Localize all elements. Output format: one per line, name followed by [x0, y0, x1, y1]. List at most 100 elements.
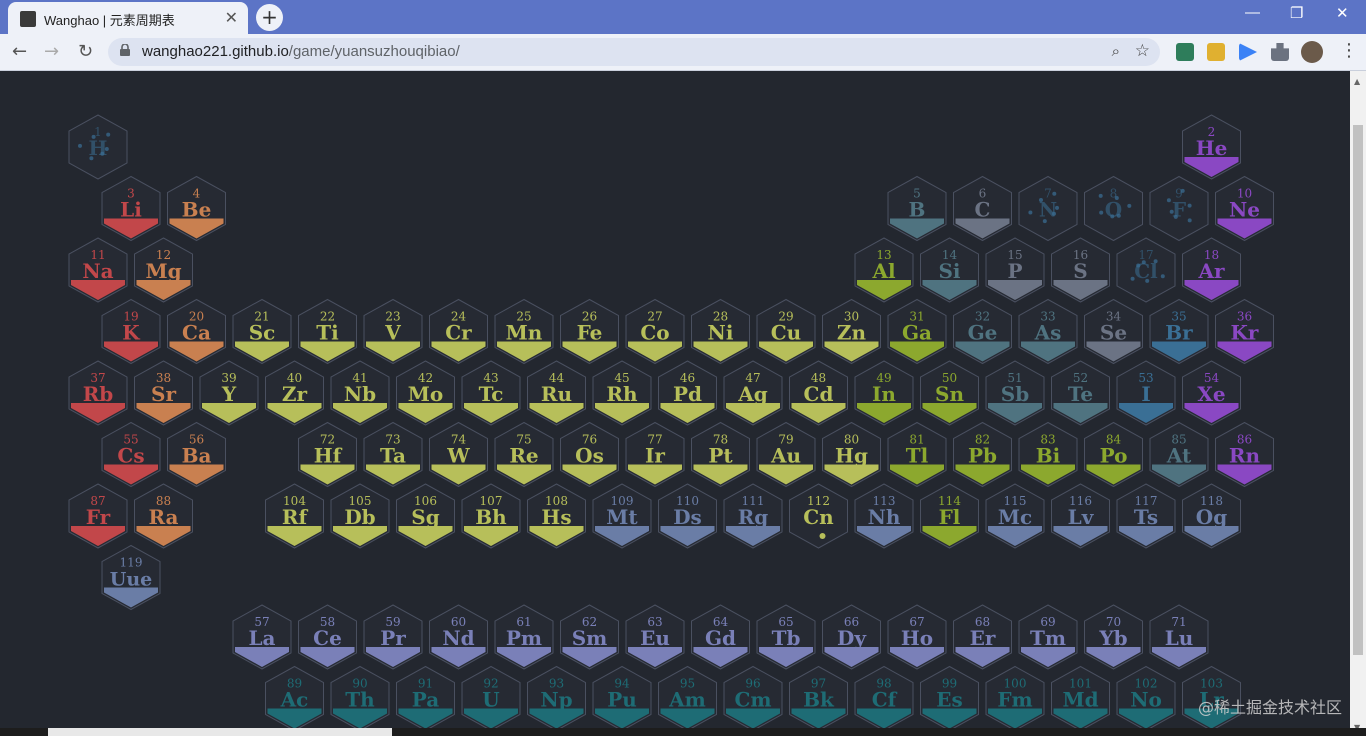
element-cell-al[interactable]: 13Al — [854, 237, 914, 303]
element-cell-pm[interactable]: 61Pm — [494, 604, 554, 670]
element-cell-k[interactable]: 19K — [101, 298, 161, 365]
element-cell-ti[interactable]: 22Ti — [298, 298, 357, 365]
element-cell-at[interactable]: 85At — [1149, 421, 1209, 488]
element-cell-rn[interactable]: 86Rn — [1215, 421, 1274, 488]
element-cell-ir[interactable]: 77Ir — [625, 421, 685, 488]
address-bar[interactable]: wanghao221.github.io/game/yuansuzhouqibi… — [108, 38, 1160, 66]
element-cell-md[interactable]: 101Md — [1051, 665, 1110, 732]
element-cell-np[interactable]: 93Np — [527, 665, 586, 732]
element-cell-tm[interactable]: 69Tm — [1018, 604, 1078, 670]
scrollbar[interactable]: ▲ ▼ — [1350, 71, 1366, 736]
element-cell-mo[interactable]: 42Mo — [396, 360, 455, 426]
element-cell-yb[interactable]: 70Yb — [1084, 604, 1143, 670]
element-cell-pd[interactable]: 46Pd — [658, 360, 717, 426]
element-cell-mn[interactable]: 25Mn — [494, 298, 554, 365]
element-cell-sn[interactable]: 50Sn — [920, 360, 979, 426]
element-cell-ra[interactable]: 88Ra — [134, 483, 193, 549]
element-cell-lu[interactable]: 71Lu — [1149, 604, 1209, 670]
element-cell-mc[interactable]: 115Mc — [985, 483, 1045, 549]
element-cell-pa[interactable]: 91Pa — [396, 665, 455, 732]
element-cell-og[interactable]: 118Og — [1182, 483, 1241, 549]
element-cell-tc[interactable]: 43Tc — [461, 360, 521, 426]
element-cell-cm[interactable]: 96Cm — [723, 665, 783, 732]
element-cell-ac[interactable]: 89Ac — [265, 665, 324, 732]
element-cell-na[interactable]: 11Na — [68, 237, 128, 303]
element-cell-ta[interactable]: 73Ta — [363, 421, 423, 488]
element-cell-ne[interactable]: 10Ne — [1215, 175, 1274, 242]
element-cell-te[interactable]: 52Te — [1051, 360, 1110, 426]
element-cell-gd[interactable]: 64Gd — [691, 604, 750, 670]
element-cell-y[interactable]: 39Y — [199, 360, 259, 426]
element-cell-th[interactable]: 90Th — [330, 665, 390, 732]
minimize-icon[interactable]: — — [1245, 4, 1260, 21]
element-cell-ag[interactable]: 47Ag — [723, 360, 783, 426]
scrollbar-thumb[interactable] — [1353, 125, 1363, 655]
element-cell-f[interactable]: 9F — [1149, 175, 1209, 242]
element-cell-ds[interactable]: 110Ds — [658, 483, 717, 549]
element-cell-zr[interactable]: 40Zr — [265, 360, 324, 426]
element-cell-si[interactable]: 14Si — [920, 237, 979, 303]
extensions-puzzle-icon[interactable] — [1271, 43, 1289, 61]
element-cell-os[interactable]: 76Os — [560, 421, 619, 488]
element-cell-la[interactable]: 57La — [232, 604, 292, 670]
element-cell-bi[interactable]: 83Bi — [1018, 421, 1078, 488]
element-cell-u[interactable]: 92U — [461, 665, 521, 732]
element-cell-br[interactable]: 35Br — [1149, 298, 1209, 365]
element-cell-mg[interactable]: 12Mg — [134, 237, 193, 303]
element-cell-be[interactable]: 4Be — [167, 175, 226, 242]
element-cell-li[interactable]: 3Li — [101, 175, 161, 242]
element-cell-sg[interactable]: 106Sg — [396, 483, 455, 549]
element-cell-ga[interactable]: 31Ga — [887, 298, 947, 365]
element-cell-in[interactable]: 49In — [854, 360, 914, 426]
element-cell-db[interactable]: 105Db — [330, 483, 390, 549]
close-tab-icon[interactable]: ✕ — [225, 8, 238, 27]
element-cell-n[interactable]: 7N — [1018, 175, 1078, 242]
element-cell-nd[interactable]: 60Nd — [429, 604, 488, 670]
element-cell-eu[interactable]: 63Eu — [625, 604, 685, 670]
element-cell-se[interactable]: 34Se — [1084, 298, 1143, 365]
element-cell-i[interactable]: 53I — [1116, 360, 1176, 426]
element-cell-o[interactable]: 8O — [1084, 175, 1143, 242]
element-cell-pb[interactable]: 82Pb — [953, 421, 1012, 488]
maximize-icon[interactable]: ❐ — [1290, 4, 1303, 22]
element-cell-fe[interactable]: 26Fe — [560, 298, 619, 365]
element-cell-c[interactable]: 6C — [953, 175, 1012, 242]
element-cell-he[interactable]: 2He — [1182, 114, 1241, 180]
element-cell-fl[interactable]: 114Fl — [920, 483, 979, 549]
element-cell-hg[interactable]: 80Hg — [822, 421, 881, 488]
extension-icon[interactable] — [1176, 43, 1194, 61]
element-cell-ge[interactable]: 32Ge — [953, 298, 1012, 365]
element-cell-mt[interactable]: 109Mt — [592, 483, 652, 549]
element-cell-fr[interactable]: 87Fr — [68, 483, 128, 549]
element-cell-xe[interactable]: 54Xe — [1182, 360, 1241, 426]
element-cell-tl[interactable]: 81Tl — [887, 421, 947, 488]
element-cell-w[interactable]: 74W — [429, 421, 488, 488]
element-cell-cd[interactable]: 48Cd — [789, 360, 848, 426]
close-window-icon[interactable]: ✕ — [1336, 4, 1349, 22]
element-cell-pt[interactable]: 78Pt — [691, 421, 750, 488]
element-cell-tb[interactable]: 65Tb — [756, 604, 816, 670]
avatar[interactable] — [1301, 41, 1323, 63]
element-cell-co[interactable]: 27Co — [625, 298, 685, 365]
element-cell-sm[interactable]: 62Sm — [560, 604, 619, 670]
element-cell-cf[interactable]: 98Cf — [854, 665, 914, 732]
element-cell-ru[interactable]: 44Ru — [527, 360, 586, 426]
element-cell-bk[interactable]: 97Bk — [789, 665, 848, 732]
element-cell-hs[interactable]: 108Hs — [527, 483, 586, 549]
element-cell-cs[interactable]: 55Cs — [101, 421, 161, 488]
element-cell-p[interactable]: 15P — [985, 237, 1045, 303]
reload-icon[interactable]: ↻ — [78, 41, 93, 62]
element-cell-b[interactable]: 5B — [887, 175, 947, 242]
element-cell-er[interactable]: 68Er — [953, 604, 1012, 670]
element-cell-rb[interactable]: 37Rb — [68, 360, 128, 426]
element-cell-nb[interactable]: 41Nb — [330, 360, 390, 426]
extension-icon[interactable] — [1207, 43, 1225, 61]
element-cell-fm[interactable]: 100Fm — [985, 665, 1045, 732]
element-cell-v[interactable]: 23V — [363, 298, 423, 365]
element-cell-lv[interactable]: 116Lv — [1051, 483, 1110, 549]
element-cell-ni[interactable]: 28Ni — [691, 298, 750, 365]
forward-arrow-icon[interactable]: → — [44, 41, 59, 62]
element-cell-ba[interactable]: 56Ba — [167, 421, 226, 488]
element-cell-re[interactable]: 75Re — [494, 421, 554, 488]
browser-tab[interactable]: Wanghao | 元素周期表 ✕ — [8, 2, 248, 34]
